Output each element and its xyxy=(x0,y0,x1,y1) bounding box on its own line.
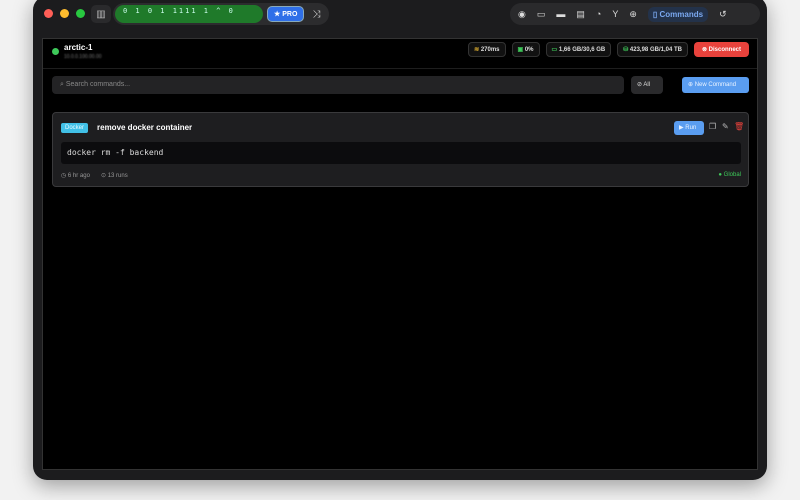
command-card: Docker remove docker container ▶ Run ❐ ✎… xyxy=(52,112,749,187)
scope-badge: ● Global xyxy=(718,172,741,178)
editor-icon[interactable]: ▤ xyxy=(576,9,585,20)
filter-label: All xyxy=(643,82,651,88)
close-circle-icon: ⊗ xyxy=(701,47,709,53)
memory-value: 1,66 GB/30,6 GB xyxy=(558,47,606,53)
shuffle-icon[interactable]: ⤨ xyxy=(312,9,320,20)
pro-badge[interactable]: ★ PRO xyxy=(267,6,305,22)
history-icon[interactable]: ↺ xyxy=(719,9,727,20)
play-circle-icon: ⊙ xyxy=(101,173,108,179)
clock-icon: ◷ xyxy=(61,173,68,179)
latency-value: 270ms xyxy=(480,47,500,53)
server-address: 10.0.0.100.00.00 xyxy=(64,54,102,60)
command-tag: Docker xyxy=(61,123,89,133)
window-controls xyxy=(44,9,85,18)
cpu-value: 0% xyxy=(524,47,534,53)
search-placeholder: Search commands... xyxy=(65,81,131,88)
minimize-button[interactable] xyxy=(60,9,69,18)
server-header: arctic-1 10.0.0.100.00.00 ≋ 270ms ▣ 0% ▭… xyxy=(43,39,757,69)
cpu-stat: ▣ 0% xyxy=(511,42,540,57)
trash-icon[interactable]: 🗑 xyxy=(734,122,744,131)
command-code[interactable]: docker rm -f backend xyxy=(61,142,741,164)
search-input[interactable]: ⌕ Search commands... xyxy=(52,76,624,94)
tab-commands[interactable]: ▯ Commands xyxy=(647,6,709,22)
plus-icon: ⊕ xyxy=(688,82,695,88)
dashboard-icon[interactable]: ◉ xyxy=(518,9,526,20)
disconnect-label: Disconnect xyxy=(708,47,741,53)
cpu-icon: ▣ xyxy=(517,47,525,53)
last-run: ◷ 6 hr ago xyxy=(61,172,90,179)
network-icon[interactable]: ⊕ xyxy=(629,9,637,20)
run-label: Run xyxy=(685,125,697,131)
run-button[interactable]: ▶ Run xyxy=(674,121,704,135)
wifi-icon: ≋ xyxy=(474,47,481,53)
close-button[interactable] xyxy=(44,9,53,18)
folder-icon[interactable]: ▬ xyxy=(556,9,565,19)
edit-icon[interactable]: ✎ xyxy=(722,122,729,131)
fork-icon[interactable]: Y xyxy=(612,9,618,19)
tab-commands-label: Commands xyxy=(659,9,704,19)
sidebar-toggle-icon[interactable]: ▥ xyxy=(91,5,111,23)
run-count-value: 13 runs xyxy=(107,173,128,179)
main-content: arctic-1 10.0.0.100.00.00 ≋ 270ms ▣ 0% ▭… xyxy=(42,38,758,470)
disconnect-button[interactable]: ⊗ Disconnect xyxy=(693,42,749,57)
new-command-button[interactable]: ⊕ New Command xyxy=(682,77,749,93)
filter-button[interactable]: ⊘ All xyxy=(631,76,663,94)
status-indicator xyxy=(52,48,59,55)
command-title: remove docker container xyxy=(97,123,193,132)
server-name: arctic-1 xyxy=(64,43,93,52)
terminal-icon[interactable]: ▭ xyxy=(537,9,546,20)
last-run-time: 6 hr ago xyxy=(67,173,90,179)
run-count: ⊙ 13 runs xyxy=(101,172,128,179)
disk-icon: ⛁ xyxy=(623,47,630,53)
clipboard-icon: ▯ xyxy=(652,9,660,19)
latency-stat: ≋ 270ms xyxy=(468,42,506,57)
disk-value: 423,98 GB/1,04 TB xyxy=(629,47,682,53)
memory-icon: ▭ xyxy=(551,47,559,53)
copy-icon[interactable]: ❐ xyxy=(709,122,716,131)
app-window: ▥ 0 1 0 1 1111 1 ^ 0 ★ PRO ⤨ ◉ ▭ ▬ ▤ ◔ Y… xyxy=(33,0,767,480)
disk-stat: ⛁ 423,98 GB/1,04 TB xyxy=(617,42,688,57)
memory-stat: ▭ 1,66 GB/30,6 GB xyxy=(545,42,612,57)
status-pill: 0 1 0 1 1111 1 ^ 0 ★ PRO ⤨ xyxy=(113,3,329,25)
matrix-animation: 0 1 0 1 1111 1 ^ 0 xyxy=(115,5,263,23)
scope-label: Global xyxy=(723,172,741,178)
maximize-button[interactable] xyxy=(76,9,85,18)
toolbar: ◉ ▭ ▬ ▤ ◔ Y ⊕ ▯ Commands ↺ xyxy=(510,3,760,25)
clock-icon[interactable]: ◔ xyxy=(596,9,601,19)
new-command-label: New Command xyxy=(694,82,737,88)
